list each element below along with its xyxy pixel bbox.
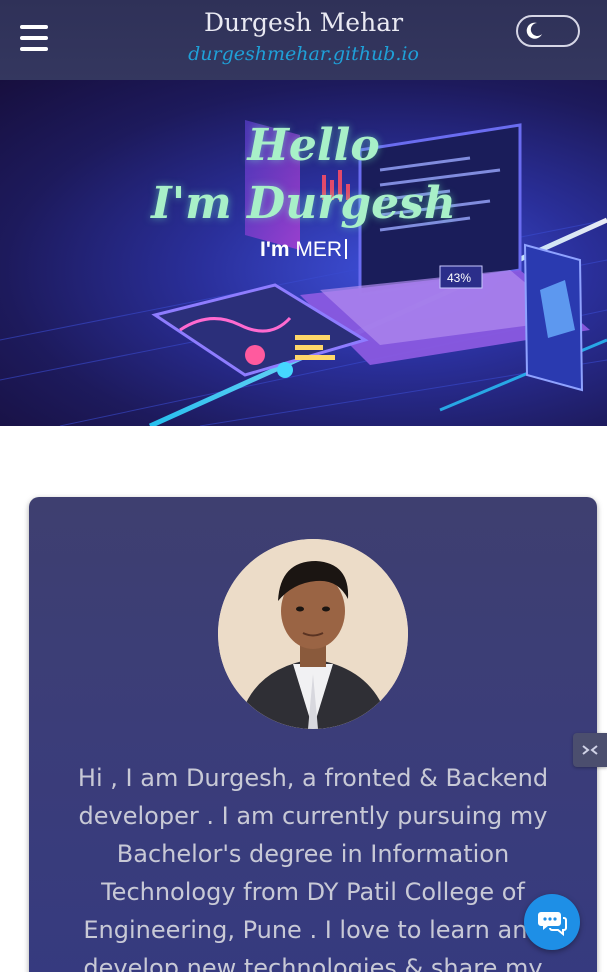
profile-avatar xyxy=(218,539,408,729)
expand-icon xyxy=(582,745,598,755)
moon-icon xyxy=(526,22,542,39)
side-expand-button[interactable] xyxy=(573,733,607,767)
about-description: Hi , I am Durgesh, a fronted & Backend d… xyxy=(77,764,549,972)
chat-icon xyxy=(538,912,567,937)
site-url[interactable]: durgeshmehar.github.io xyxy=(0,43,607,65)
hero-name-text: I'm Durgesh xyxy=(151,178,456,229)
typed-prefix: I'm xyxy=(260,238,290,261)
typing-cursor xyxy=(345,239,348,259)
hero-typed-line: I'm MER xyxy=(260,238,348,262)
dark-mode-toggle[interactable] xyxy=(516,15,580,47)
hero-hello-text: Hello xyxy=(247,120,380,171)
typed-text: MER xyxy=(295,238,343,261)
percent-badge: 43% xyxy=(447,271,471,285)
hero-banner: 43% Hello I'm Durgesh I'm MER xyxy=(0,80,607,426)
chat-button[interactable] xyxy=(524,894,580,950)
top-header: Durgesh Mehar durgeshmehar.github.io xyxy=(0,0,607,80)
about-card: Hi , I am Durgesh, a fronted & Backend d… xyxy=(29,497,597,972)
